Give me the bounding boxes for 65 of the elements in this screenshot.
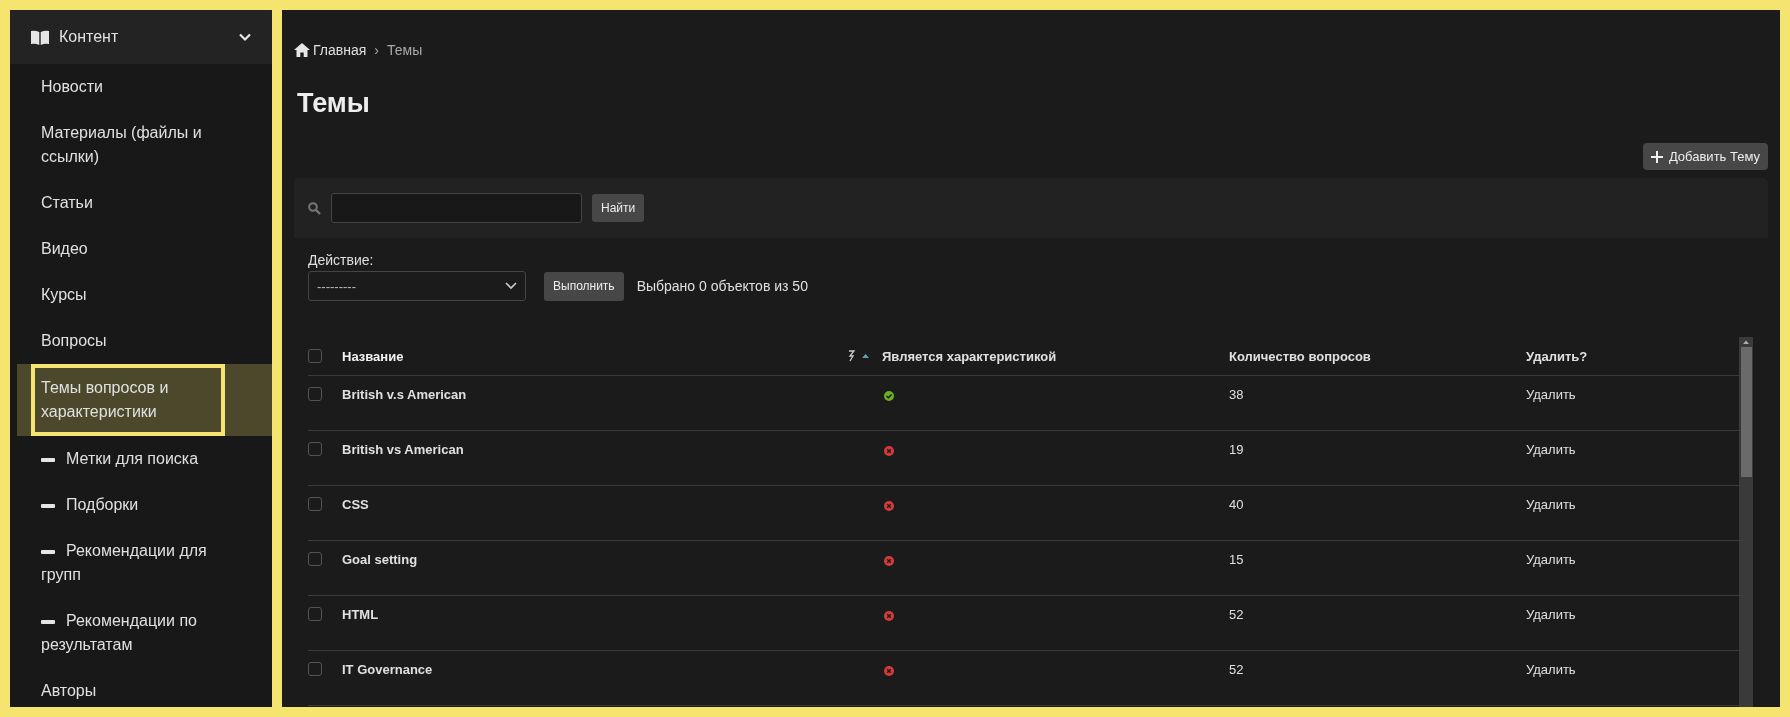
- topic-name: IT Governance: [342, 662, 433, 677]
- delete-link[interactable]: Удалить: [1526, 442, 1576, 457]
- delete-link[interactable]: Удалить: [1526, 662, 1576, 677]
- sidebar-section-header[interactable]: Контент: [10, 10, 272, 64]
- delete-link[interactable]: Удалить: [1526, 387, 1576, 402]
- delete-link[interactable]: Удалить: [1526, 607, 1576, 622]
- topic-name: Goal setting: [342, 552, 418, 567]
- row-checkbox[interactable]: [308, 442, 322, 456]
- page-title: Темы: [297, 88, 371, 119]
- sidebar-item[interactable]: Темы вопросов и характеристики: [17, 364, 272, 436]
- sidebar-item[interactable]: Метки для поиска: [10, 436, 272, 482]
- sidebar-item[interactable]: Видео: [10, 226, 272, 272]
- select-all-checkbox[interactable]: [308, 349, 322, 363]
- question-count: 40: [1229, 497, 1244, 512]
- plus-icon: [1650, 150, 1663, 163]
- section-title: Контент: [59, 28, 120, 46]
- scrollbar[interactable]: [1739, 337, 1753, 707]
- sidebar-item[interactable]: Рекомендации для групп: [10, 528, 272, 598]
- run-button[interactable]: Выполнить: [544, 271, 624, 301]
- dash-icon: [41, 549, 55, 554]
- question-count: 19: [1229, 442, 1244, 457]
- add-button[interactable]: Добавить Тему: [1642, 143, 1768, 170]
- sidebar-item[interactable]: Статьи: [10, 180, 272, 226]
- dash-icon: [41, 619, 55, 624]
- row-checkbox[interactable]: [308, 497, 322, 511]
- column-header[interactable]: Удалить?: [1526, 348, 1588, 364]
- topic-name: HTML: [342, 607, 379, 622]
- search-button[interactable]: Найти: [592, 194, 645, 222]
- search-icon: [308, 201, 321, 215]
- selection-status: Выбрано 0 объектов из 50: [636, 278, 808, 294]
- question-count: 52: [1229, 662, 1244, 677]
- delete-link[interactable]: Удалить: [1526, 497, 1576, 512]
- breadcrumb-current: Темы: [386, 42, 423, 58]
- question-count: 15: [1229, 552, 1244, 567]
- home-icon: [294, 43, 310, 57]
- row-checkbox[interactable]: [308, 662, 322, 676]
- question-count: 38: [1229, 387, 1244, 402]
- row-checkbox[interactable]: [308, 552, 322, 566]
- sidebar-item[interactable]: Вопросы: [10, 318, 272, 364]
- topic-name: British vs American: [342, 442, 464, 457]
- breadcrumb-separator: ›: [374, 42, 379, 58]
- topic-name: CSS: [342, 497, 369, 512]
- sort-icon[interactable]: [846, 350, 872, 362]
- row-checkbox[interactable]: [308, 387, 322, 401]
- column-header[interactable]: Является характеристикой: [882, 348, 1057, 364]
- column-header[interactable]: Количество вопросов: [1229, 348, 1371, 364]
- action-select[interactable]: ---------: [308, 271, 526, 301]
- row-checkbox[interactable]: [308, 607, 322, 621]
- action-label: Действие:: [308, 252, 375, 268]
- delete-link[interactable]: Удалить: [1526, 552, 1576, 567]
- sidebar-item[interactable]: Материалы (файлы и ссылки): [10, 110, 272, 180]
- column-header[interactable]: Название: [342, 348, 404, 364]
- sidebar-item[interactable]: Подборки: [10, 482, 272, 528]
- search-field[interactable]: [331, 193, 582, 223]
- book-icon: [31, 29, 49, 45]
- question-count: 52: [1229, 607, 1244, 622]
- breadcrumb-link[interactable]: Главная: [294, 42, 367, 58]
- dash-icon: [41, 503, 55, 508]
- topic-name: British v.s American: [342, 387, 467, 402]
- sidebar-item[interactable]: Новости: [10, 64, 272, 110]
- sidebar-item[interactable]: Курсы: [10, 272, 272, 318]
- chevron-down-icon: [505, 282, 517, 290]
- sidebar-item[interactable]: Авторы: [10, 668, 272, 707]
- dash-icon: [41, 457, 55, 462]
- sidebar-item[interactable]: Рекомендации по результатам: [10, 598, 272, 668]
